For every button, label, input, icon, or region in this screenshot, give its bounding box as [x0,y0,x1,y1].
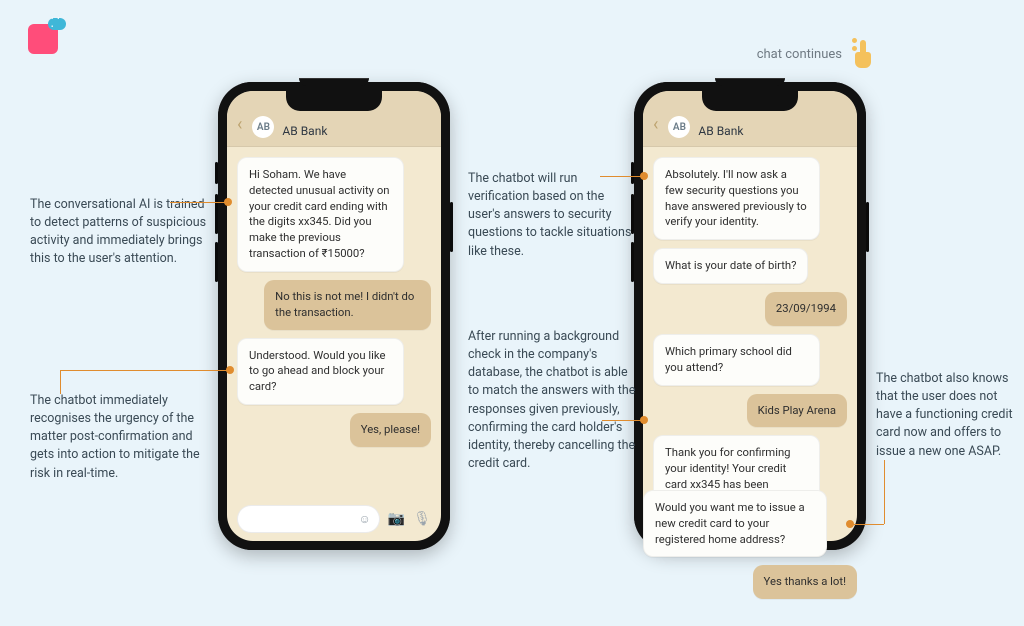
phone-side-button [215,194,218,234]
brand-logo-speech-dots-icon [48,18,66,30]
camera-icon[interactable]: 📷 [388,512,405,526]
microphone-icon[interactable]: 🎙 [413,512,431,526]
bot-message: Understood. Would you like to go ahead a… [237,338,404,405]
chat-input-bar: ☺ 📷 🎙 [237,505,431,533]
phone-speaker [299,78,369,86]
phone-side-button [215,162,218,184]
user-message: 23/09/1994 [765,292,847,326]
bot-message: Would you want me to issue a new credit … [643,490,827,557]
annotation-urgency: The chatbot immediately recognises the u… [30,392,210,483]
bot-message: Hi Soham. We have detected unusual activ… [237,157,404,272]
phone-side-button [450,202,453,252]
emoji-icon[interactable]: ☺ [359,512,371,526]
chat-area: Hi Soham. We have detected unusual activ… [227,147,441,541]
back-chevron-icon[interactable]: ‹ [235,114,244,136]
phone-notch [286,91,382,111]
bank-name: AB Bank [282,124,327,138]
pointing-down-finger-icon [852,40,874,68]
overflow-messages: Would you want me to issue a new credit … [643,490,857,599]
phone-screen: ‹ AB AB Bank Hi Soham. We have detected … [227,91,441,541]
user-message: No this is not me! I didn't do the trans… [264,280,431,330]
phone-mockup-2: ‹ AB AB Bank Absolutely. I'll now ask a … [634,82,866,550]
user-message: Yes thanks a lot! [753,565,857,599]
phone-notch [702,91,798,111]
bank-avatar: AB [668,116,690,138]
back-chevron-icon[interactable]: ‹ [651,114,660,136]
annotation-new-card-offer: The chatbot also knows that the user doe… [876,370,1024,461]
chat-area: Absolutely. I'll now ask a few security … [643,147,857,541]
phone-mockup-1: ‹ AB AB Bank Hi Soham. We have detected … [218,82,450,550]
phone-screen: ‹ AB AB Bank Absolutely. I'll now ask a … [643,91,857,541]
annotation-detect-suspicious: The conversational AI is trained to dete… [30,196,210,269]
annotation-identity-confirmed: After running a background check in the … [468,328,640,473]
brand-logo [28,24,58,54]
chat-continues-label: chat continues [757,40,874,68]
chat-text-input[interactable]: ☺ [237,505,380,533]
bank-avatar: AB [252,116,274,138]
phone-side-button [215,242,218,282]
bot-message: Absolutely. I'll now ask a few security … [653,157,820,240]
bot-message: Which primary school did you attend? [653,334,820,386]
phone-side-button [866,202,869,252]
user-message: Yes, please! [350,413,431,447]
annotation-verification: The chatbot will run verification based … [468,170,638,261]
bot-message: What is your date of birth? [653,248,808,284]
user-message: Kids Play Arena [747,394,847,428]
chat-continues-text: chat continues [757,47,842,62]
phone-speaker [715,78,785,86]
bank-name: AB Bank [698,124,743,138]
